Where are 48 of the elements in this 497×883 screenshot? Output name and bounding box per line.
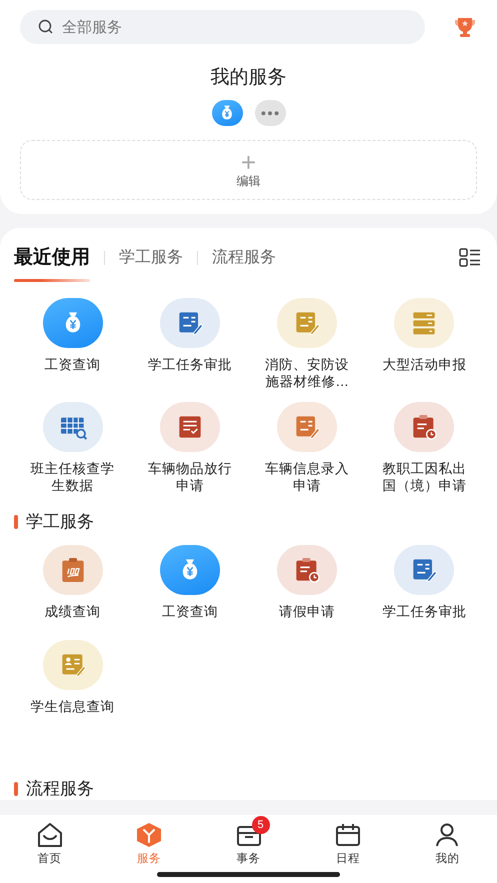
service-label: 工资查询 <box>44 356 102 374</box>
section-title: 我的服务 <box>210 66 286 90</box>
service-label: 工资查询 <box>160 603 219 620</box>
tab-bar-item[interactable]: 5 事务 <box>198 815 298 866</box>
service-icon-background[interactable] <box>42 545 103 595</box>
shortcut-button[interactable] <box>212 100 242 126</box>
service-icon-background[interactable] <box>277 545 338 595</box>
count-badge: 5 <box>252 816 270 834</box>
service-icon-background[interactable] <box>394 298 454 348</box>
service-icon-background[interactable] <box>277 402 338 452</box>
more-icon <box>259 110 281 116</box>
search-icon <box>38 19 54 35</box>
service-label: 车辆物品放行申请 <box>148 460 232 494</box>
shortcut-button[interactable] <box>254 100 286 126</box>
tab-bar-item[interactable]: 日程 <box>298 815 398 866</box>
service-icon-background[interactable] <box>394 402 454 452</box>
service-label: 消防、安防设施器材维修… <box>265 356 350 390</box>
service-label: 成绩查询 <box>44 603 102 620</box>
service-label: 大型活动申报 <box>382 356 466 374</box>
service-label: 学工任务审批 <box>148 356 232 374</box>
list-view-icon[interactable] <box>459 248 481 268</box>
calendar-icon <box>334 822 362 848</box>
service-icon-background[interactable] <box>394 545 454 595</box>
cube-icon <box>135 822 164 848</box>
service-label: 班主任核查学生数据 <box>30 460 115 494</box>
section-heading: 学工服务 <box>26 511 94 533</box>
section-heading: 流程服务 <box>26 778 94 800</box>
edit-button[interactable]: + 编辑 <box>20 140 477 200</box>
category-tab[interactable]: 流程服务 <box>212 246 276 270</box>
service-icon-background[interactable] <box>277 298 338 348</box>
category-tab[interactable]: 最近使用 <box>14 246 90 270</box>
service-label: 学生信息查询 <box>30 698 115 715</box>
search-field[interactable]: 全部服务 <box>20 10 425 44</box>
service-label: 车辆信息录入申请 <box>265 460 350 494</box>
service-icon-background[interactable] <box>42 402 103 452</box>
service-icon-background[interactable] <box>160 402 220 452</box>
service-icon-background[interactable] <box>160 545 220 595</box>
envelope-smile-icon <box>36 822 64 848</box>
tab-bar-item[interactable]: 首页 <box>0 815 100 866</box>
service-label: 请假申请 <box>278 603 336 620</box>
category-tab[interactable]: 学工服务 <box>119 246 183 270</box>
tab-bar-item[interactable]: 我的 <box>398 815 497 866</box>
service-icon-background[interactable] <box>42 298 103 348</box>
service-label: 教职工因私出国（境）申请 <box>382 460 466 494</box>
trophy-icon[interactable] <box>453 15 477 39</box>
service-label: 学工任务审批 <box>382 603 466 620</box>
service-icon-background[interactable] <box>42 640 103 690</box>
service-icon-background[interactable] <box>160 298 220 348</box>
